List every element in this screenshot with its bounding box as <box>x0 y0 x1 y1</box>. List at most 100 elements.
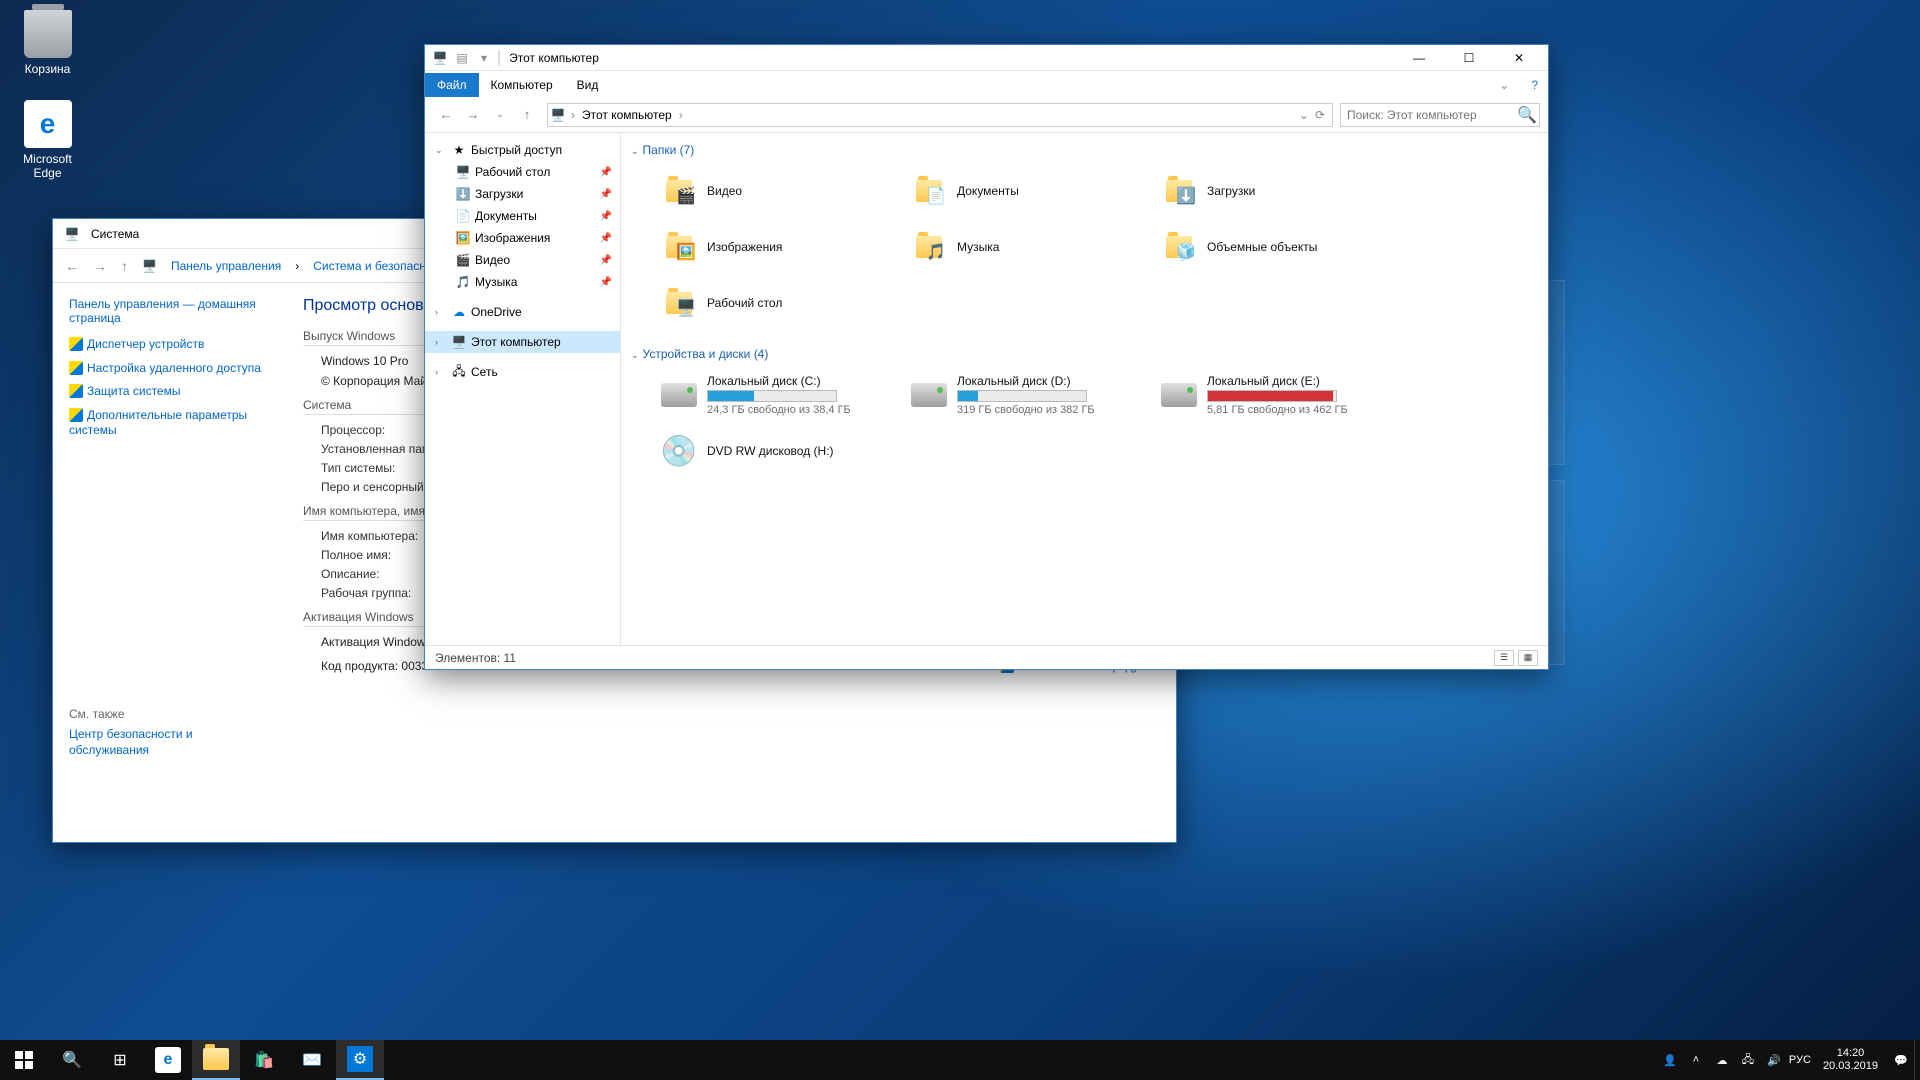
view-details-button[interactable]: ☰ <box>1494 650 1514 666</box>
tree-quick-item[interactable]: 🎬Видео📌 <box>425 249 620 271</box>
tree-quick-item[interactable]: 🖥️Рабочий стол📌 <box>425 161 620 183</box>
show-desktop-button[interactable] <box>1914 1040 1920 1080</box>
breadcrumb-dropdown[interactable]: ⌄ <box>1296 108 1312 122</box>
pin-icon: 📌 <box>600 277 612 288</box>
disk-icon <box>1161 383 1197 407</box>
address-bar: ← → ⌄ ↑ 🖥️ › Этот компьютер › ⌄ ⟳ 🔍 <box>425 97 1548 133</box>
taskbar-clock[interactable]: 14:20 20.03.2019 <box>1813 1047 1888 1073</box>
qat-dropdown[interactable]: ▾ <box>475 49 493 67</box>
folder-icon: 🖼️ <box>455 230 471 246</box>
sidebar-link-remote[interactable]: Настройка удаленного доступа <box>69 361 267 377</box>
folder-icon: 📄 <box>455 208 471 224</box>
back-button[interactable]: ← <box>65 258 79 274</box>
tab-view[interactable]: Вид <box>565 73 611 97</box>
nav-tree: ⌄★Быстрый доступ 🖥️Рабочий стол📌⬇️Загруз… <box>425 133 621 645</box>
forward-button[interactable]: → <box>93 258 107 274</box>
tray-overflow[interactable]: ˄ <box>1683 1054 1709 1066</box>
drive-tile[interactable]: 💿DVD RW дисковод (H:) <box>657 425 887 477</box>
folder-tile[interactable]: 🖼️Изображения <box>657 221 887 273</box>
tree-network[interactable]: ›🖧Сеть <box>425 361 620 383</box>
help-button[interactable]: ? <box>1521 73 1548 97</box>
view-tiles-button[interactable]: ▦ <box>1518 650 1538 666</box>
breadcrumb[interactable]: 🖥️ › Этот компьютер › ⌄ ⟳ <box>547 103 1333 127</box>
taskbar-mail[interactable]: ✉️ <box>288 1040 336 1080</box>
folder-tile[interactable]: 🎬Видео <box>657 165 887 217</box>
desktop-icon-label: Корзина <box>10 62 85 76</box>
folder-tile[interactable]: 🧊Объемные объекты <box>1157 221 1387 273</box>
tree-quick-item[interactable]: 🖼️Изображения📌 <box>425 227 620 249</box>
minimize-button[interactable]: — <box>1396 43 1442 73</box>
onedrive-tray-icon[interactable]: ☁ <box>1709 1054 1735 1067</box>
people-icon[interactable]: 👤 <box>1657 1054 1683 1067</box>
sidebar-link-protection[interactable]: Защита системы <box>69 384 267 400</box>
breadcrumb-seg[interactable]: Панель управления <box>171 259 281 273</box>
language-indicator[interactable]: РУС <box>1787 1054 1813 1066</box>
drive-tile[interactable]: Локальный диск (D:)319 ГБ свободно из 38… <box>907 369 1137 421</box>
tree-this-pc[interactable]: ›🖥️Этот компьютер <box>425 331 620 353</box>
desktop-icon-edge[interactable]: e Microsoft Edge <box>10 100 85 180</box>
maximize-button[interactable]: ☐ <box>1446 43 1492 73</box>
system-sidebar: Панель управления — домашняя страница Ди… <box>53 283 283 842</box>
search-box[interactable]: 🔍 <box>1340 103 1540 127</box>
up-button[interactable]: ↑ <box>514 102 540 128</box>
star-icon: ★ <box>451 142 467 158</box>
shield-icon <box>69 384 83 398</box>
status-text: Элементов: 11 <box>435 651 516 665</box>
tab-computer[interactable]: Компьютер <box>479 73 565 97</box>
search-button[interactable]: 🔍 <box>48 1040 96 1080</box>
up-button[interactable]: ↑ <box>121 258 128 274</box>
status-bar: Элементов: 11 ☰ ▦ <box>425 645 1548 669</box>
see-also-header: См. также <box>69 707 267 721</box>
tree-quick-access[interactable]: ⌄★Быстрый доступ <box>425 139 620 161</box>
drive-tile[interactable]: Локальный диск (C:)24,3 ГБ свободно из 3… <box>657 369 887 421</box>
desktop-icon-recycle-bin[interactable]: Корзина <box>10 10 85 76</box>
properties-icon[interactable]: ▤ <box>453 49 471 67</box>
explorer-window: 🖥️ ▤ ▾ | Этот компьютер — ☐ ✕ Файл Компь… <box>424 44 1549 670</box>
folder-tile[interactable]: ⬇️Загрузки <box>1157 165 1387 217</box>
breadcrumb-seg[interactable]: Этот компьютер <box>578 108 676 122</box>
dvd-icon: 💿 <box>660 434 697 469</box>
group-drives[interactable]: ⌄Устройства и диски (4) <box>631 343 1538 365</box>
tree-quick-item[interactable]: ⬇️Загрузки📌 <box>425 183 620 205</box>
volume-tray-icon[interactable]: 🔊 <box>1761 1054 1787 1067</box>
tab-file[interactable]: Файл <box>425 73 479 97</box>
network-tray-icon[interactable]: 🖧 <box>1735 1051 1761 1070</box>
tree-onedrive[interactable]: ›☁OneDrive <box>425 301 620 323</box>
taskbar: 🔍 ⊞ e 🛍️ ✉️ ⚙ 👤 ˄ ☁ 🖧 🔊 РУС 14:20 20.03.… <box>0 1040 1920 1080</box>
folder-tile[interactable]: 📄Документы <box>907 165 1137 217</box>
sidebar-link-device-manager[interactable]: Диспетчер устройств <box>69 337 267 353</box>
sidebar-link-security-center[interactable]: Центр безопасности и обслуживания <box>69 727 267 758</box>
search-input[interactable] <box>1341 108 1515 122</box>
thispc-icon: 🖥️ <box>431 49 449 67</box>
breadcrumb-icon: 🖥️ <box>142 259 157 273</box>
taskbar-edge[interactable]: e <box>144 1040 192 1080</box>
folder-icon: 🎵 <box>455 274 471 290</box>
taskbar-explorer[interactable] <box>192 1040 240 1080</box>
group-folders[interactable]: ⌄Папки (7) <box>631 139 1538 161</box>
tree-quick-item[interactable]: 🎵Музыка📌 <box>425 271 620 293</box>
taskbar-store[interactable]: 🛍️ <box>240 1040 288 1080</box>
folder-tile[interactable]: 🖥️Рабочий стол <box>657 277 887 329</box>
pin-icon: 📌 <box>600 211 612 222</box>
edge-icon: e <box>24 100 72 148</box>
recent-dropdown[interactable]: ⌄ <box>487 102 513 128</box>
taskbar-settings[interactable]: ⚙ <box>336 1040 384 1080</box>
tree-quick-item[interactable]: 📄Документы📌 <box>425 205 620 227</box>
forward-button[interactable]: → <box>460 102 486 128</box>
start-button[interactable] <box>0 1040 48 1080</box>
folder-tile[interactable]: 🎵Музыка <box>907 221 1137 273</box>
folder-icon: 🖥️ <box>455 164 471 180</box>
search-icon[interactable]: 🔍 <box>1515 105 1539 125</box>
back-button[interactable]: ← <box>433 102 459 128</box>
cp-home-link[interactable]: Панель управления — домашняя страница <box>69 297 267 325</box>
refresh-button[interactable]: ⟳ <box>1312 108 1328 122</box>
task-view-button[interactable]: ⊞ <box>96 1040 144 1080</box>
shield-icon <box>69 337 83 351</box>
action-center-button[interactable]: 💬 <box>1888 1054 1914 1067</box>
sidebar-link-advanced[interactable]: Дополнительные параметры системы <box>69 408 267 439</box>
ribbon-expand[interactable]: ⌄ <box>1487 73 1521 97</box>
pin-icon: 📌 <box>600 189 612 200</box>
drive-tile[interactable]: Локальный диск (E:)5,81 ГБ свободно из 4… <box>1157 369 1387 421</box>
capacity-bar <box>957 390 1087 402</box>
close-button[interactable]: ✕ <box>1496 43 1542 73</box>
